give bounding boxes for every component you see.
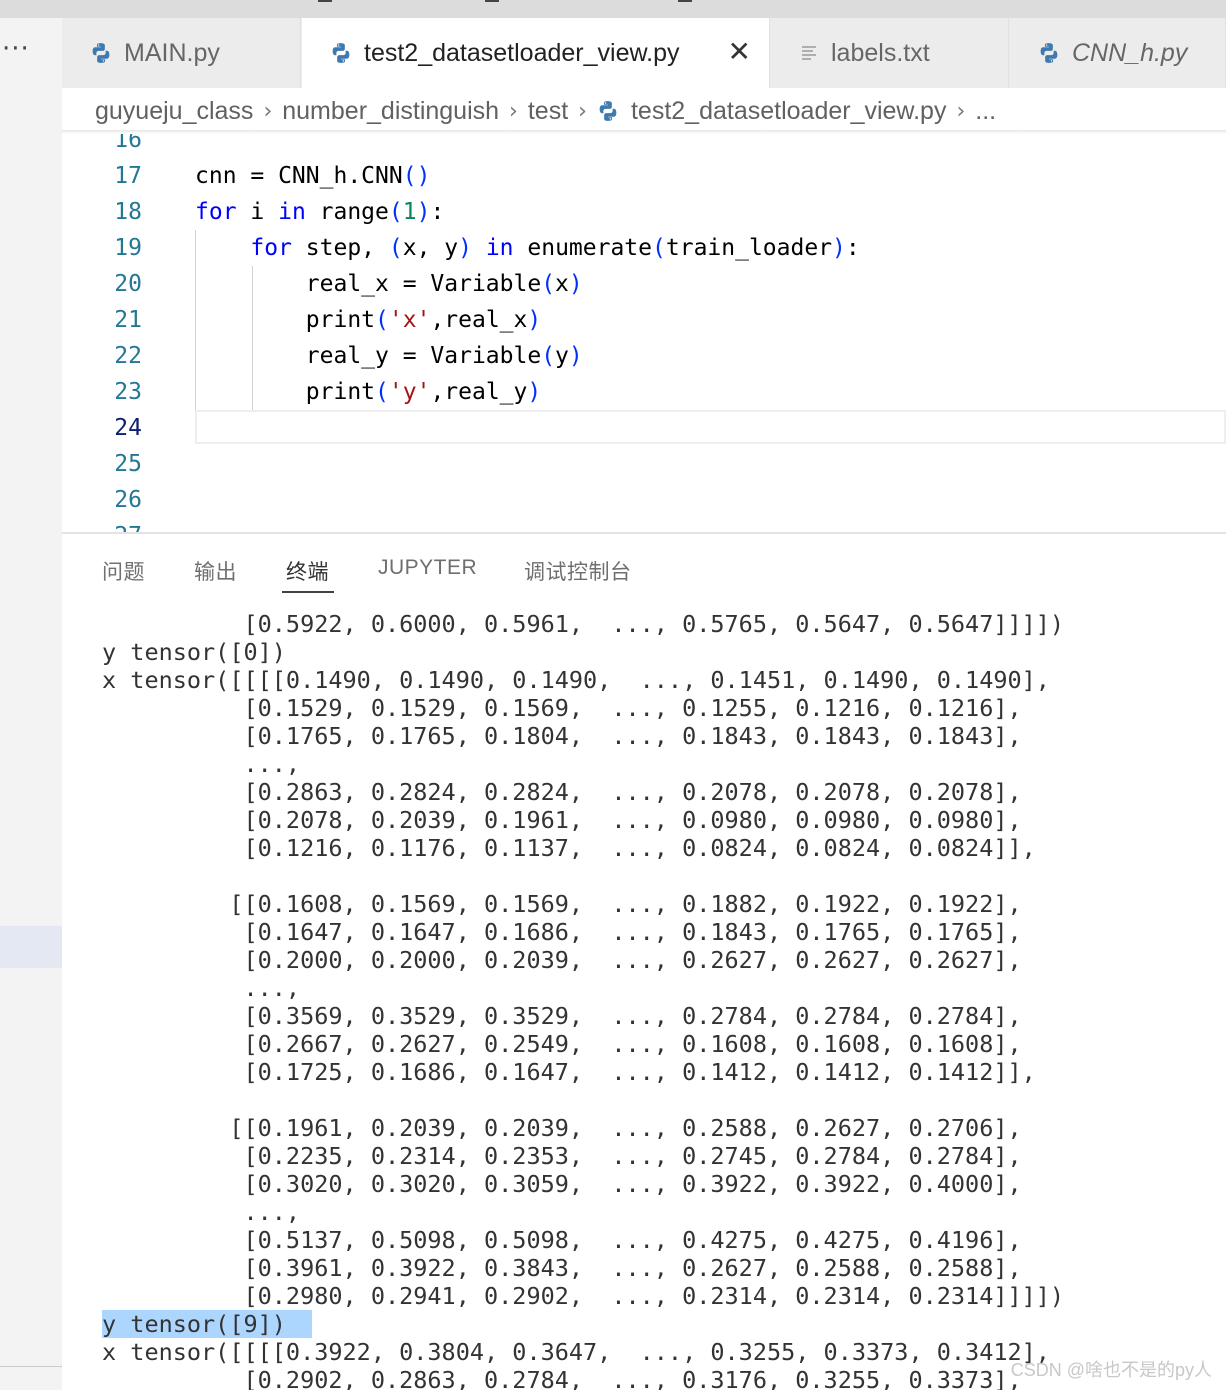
terminal-line: [0.5137, 0.5098, 0.5098, ..., 0.4275, 0.… — [102, 1226, 1022, 1254]
terminal-line: [0.1529, 0.1529, 0.1569, ..., 0.1255, 0.… — [102, 694, 1022, 722]
line-number: 19 — [114, 235, 142, 261]
gutter-highlight — [0, 926, 62, 968]
terminal-line: [[0.1961, 0.2039, 0.2039, ..., 0.2588, 0… — [102, 1114, 1022, 1142]
tab-cnn-h-py[interactable]: CNN_h.py — [1010, 18, 1226, 88]
terminal-line: [0.3569, 0.3529, 0.3529, ..., 0.2784, 0.… — [102, 1002, 1022, 1030]
editor-tab-bar: MAIN.py test2_datasetloader_view.py ✕ la… — [62, 18, 1226, 88]
tab-labels-txt[interactable]: labels.txt — [771, 18, 1009, 88]
terminal-line: [0.1647, 0.1647, 0.1686, ..., 0.1843, 0.… — [102, 918, 1022, 946]
terminal-line: ..., — [102, 974, 301, 1002]
line-number-current: 24 — [114, 415, 142, 441]
tab-label: test2_datasetloader_view.py — [364, 38, 680, 67]
terminal-line: [0.2667, 0.2627, 0.2549, ..., 0.1608, 0.… — [102, 1030, 1022, 1058]
terminal-line: [0.1216, 0.1176, 0.1137, ..., 0.0824, 0.… — [102, 834, 1036, 862]
more-actions-icon[interactable]: ··· — [2, 34, 30, 64]
tab-output[interactable]: 输出 — [194, 556, 237, 586]
code-line-17: cnn = CNN_h.CNN() — [195, 163, 431, 189]
terminal-line: [0.1765, 0.1765, 0.1804, ..., 0.1843, 0.… — [102, 722, 1022, 750]
tab-label: labels.txt — [831, 38, 930, 67]
terminal-line: [0.2000, 0.2000, 0.2039, ..., 0.2627, 0.… — [102, 946, 1022, 974]
current-line-highlight — [195, 410, 1226, 444]
close-icon[interactable]: ✕ — [728, 38, 751, 66]
code-line-20: real_x = Variable(x) — [305, 271, 583, 297]
breadcrumb: guyueju_class › number_distinguish › tes… — [95, 94, 996, 128]
terminal-line: [0.2863, 0.2824, 0.2824, ..., 0.2078, 0.… — [102, 778, 1022, 806]
python-icon — [92, 43, 110, 63]
line-number: 21 — [114, 307, 142, 333]
tab-label: CNN_h.py — [1072, 38, 1188, 67]
terminal-line: [0.2980, 0.2941, 0.2902, ..., 0.2314, 0.… — [102, 1282, 1065, 1310]
terminal-line: [0.2235, 0.2314, 0.2353, ..., 0.2745, 0.… — [102, 1142, 1022, 1170]
breadcrumb-more[interactable]: ... — [975, 97, 996, 126]
line-number: 23 — [114, 379, 142, 405]
line-number: 16 — [114, 134, 142, 153]
terminal-output[interactable]: [0.5922, 0.6000, 0.5961, ..., 0.5765, 0.… — [62, 600, 1226, 1390]
line-number: 22 — [114, 343, 142, 369]
tab-main-py[interactable]: MAIN.py — [62, 18, 301, 88]
terminal-line: ..., — [102, 1198, 301, 1226]
tab-problems[interactable]: 问题 — [102, 556, 145, 586]
tab-debug-console[interactable]: 调试控制台 — [524, 556, 632, 586]
line-number: 26 — [114, 487, 142, 513]
code-line-23: print('y',real_y) — [305, 379, 542, 405]
tab-terminal[interactable]: 终端 — [286, 556, 329, 586]
code-line-19: for step, (x, y) in enumerate(train_load… — [250, 235, 860, 261]
activity-gutter: ··· — [0, 18, 62, 1390]
watermark: CSDN @啥也不是的py人 — [1010, 1360, 1212, 1380]
tab-jupyter[interactable]: JUPYTER — [378, 556, 477, 580]
active-tab-indicator — [282, 591, 334, 593]
terminal-line: [0.1725, 0.1686, 0.1647, ..., 0.1412, 0.… — [102, 1058, 1036, 1086]
chevron-right-icon: › — [956, 98, 966, 124]
line-number: 25 — [114, 451, 142, 477]
terminal-line: x tensor([[[[0.1490, 0.1490, 0.1490, ...… — [102, 666, 1050, 694]
code-editor[interactable]: 16 17 18 19 20 21 22 23 24 25 26 27 cnn … — [62, 134, 1226, 532]
python-icon — [332, 43, 350, 63]
gutter-divider — [0, 1366, 62, 1367]
terminal-line: [[0.1608, 0.1569, 0.1569, ..., 0.1882, 0… — [102, 890, 1022, 918]
breadcrumb-file[interactable]: test2_datasetloader_view.py — [631, 97, 947, 126]
breadcrumb-item[interactable]: guyueju_class — [95, 97, 253, 126]
python-icon — [1040, 43, 1058, 63]
terminal-line: [0.5922, 0.6000, 0.5961, ..., 0.5765, 0.… — [102, 610, 1065, 638]
line-number: 18 — [114, 199, 142, 225]
breadcrumb-item[interactable]: number_distinguish — [282, 97, 499, 126]
terminal-line: y tensor([0]) — [102, 638, 286, 666]
terminal-line: [0.3020, 0.3020, 0.3059, ..., 0.3922, 0.… — [102, 1170, 1022, 1198]
line-number: 27 — [62, 518, 142, 532]
code-line-21: print('x',real_x) — [305, 307, 542, 333]
text-file-icon — [802, 46, 816, 60]
tab-test2-datasetloader-view[interactable]: test2_datasetloader_view.py ✕ — [302, 18, 770, 88]
chevron-right-icon: › — [578, 98, 587, 124]
terminal-line: [0.2078, 0.2039, 0.1961, ..., 0.0980, 0.… — [102, 806, 1022, 834]
terminal-line: x tensor([[[[0.3922, 0.3804, 0.3647, ...… — [102, 1338, 1050, 1366]
terminal-line: [0.2902, 0.2863, 0.2784, ..., 0.3176, 0.… — [102, 1366, 1022, 1390]
terminal-line-selected: y tensor([9]) — [102, 1310, 312, 1338]
window-title-strip — [0, 0, 1226, 18]
breadcrumb-item[interactable]: test — [528, 97, 568, 126]
python-icon — [599, 101, 617, 121]
code-line-18: for i in range(1): — [195, 199, 445, 225]
line-number: 20 — [114, 271, 142, 297]
code-line-22: real_y = Variable(y) — [305, 343, 583, 369]
chevron-right-icon: › — [263, 98, 273, 124]
terminal-line: ..., — [102, 750, 301, 778]
chevron-right-icon: › — [509, 98, 518, 124]
terminal-line: [0.3961, 0.3922, 0.3843, ..., 0.2627, 0.… — [102, 1254, 1022, 1282]
line-number: 17 — [114, 163, 142, 189]
tab-label: MAIN.py — [124, 38, 220, 67]
panel-tab-bar: 问题 输出 终端 JUPYTER 调试控制台 — [62, 534, 1226, 600]
